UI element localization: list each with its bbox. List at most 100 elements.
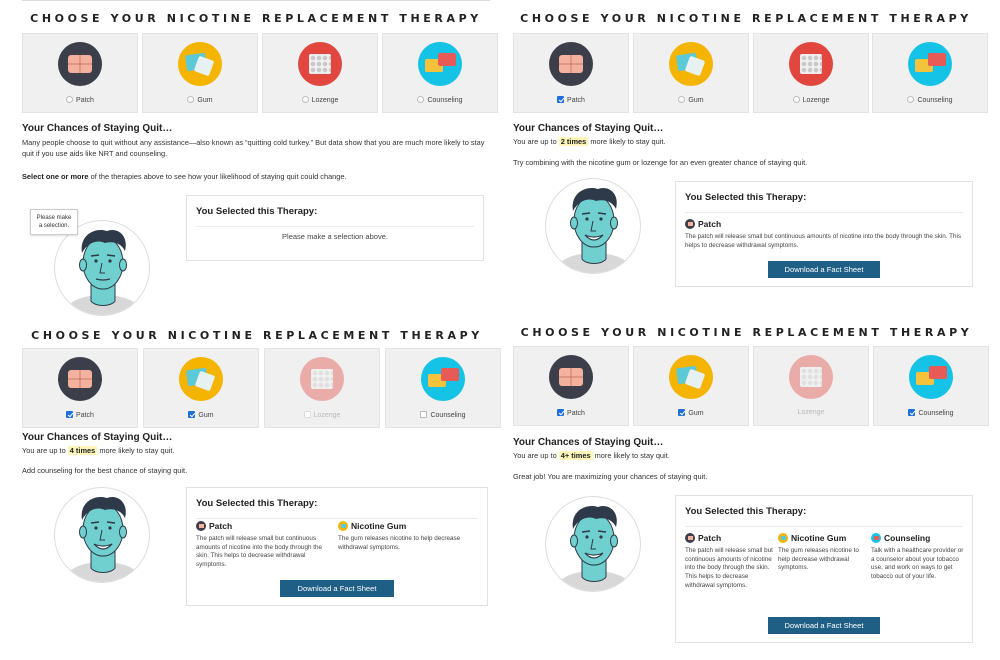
lozenge-icon	[298, 42, 342, 86]
lozenge-checkbox	[303, 411, 311, 418]
tip-text: Add counseling for the best chance of st…	[22, 466, 188, 475]
counseling-icon	[908, 42, 952, 86]
download-fact-sheet-button[interactable]: Download a Fact Sheet	[768, 617, 880, 634]
chances-title: Your Chances of Staying Quit…	[513, 437, 664, 448]
option-label: Lozenge	[311, 97, 339, 104]
option-card-patch[interactable]: Patch	[513, 346, 629, 426]
option-label: Patch	[567, 410, 585, 417]
patch-checkbox[interactable]	[66, 96, 74, 103]
patch-checkbox[interactable]	[557, 96, 565, 103]
option-label: Counseling	[430, 412, 466, 419]
option-label: Gum	[688, 97, 704, 104]
therapy-name: Counseling	[884, 533, 931, 543]
counseling-checkbox[interactable]	[417, 96, 425, 103]
likelihood-text: You are up to 4 times more likely to sta…	[22, 445, 488, 456]
selected-therapy-box: You Selected this Therapy: Patch The pat…	[675, 495, 973, 643]
panel-max-selected: CHOOSE YOUR NICOTINE REPLACEMENT THERAPY…	[513, 326, 989, 646]
download-fact-sheet-button[interactable]: Download a Fact Sheet	[280, 580, 394, 597]
option-label: Gum	[198, 412, 214, 419]
divider	[196, 518, 478, 519]
counseling-checkbox[interactable]	[908, 409, 916, 416]
therapy-description: The patch will release small but continu…	[196, 535, 323, 569]
patch-icon	[549, 355, 593, 399]
selected-therapy-box: You Selected this Therapy: Please make a…	[186, 195, 484, 261]
patch-icon	[685, 533, 695, 543]
therapy-name: Nicotine Gum	[351, 521, 407, 531]
selected-title: You Selected this Therapy:	[196, 498, 318, 509]
option-card-counseling[interactable]: Counseling	[385, 348, 501, 428]
option-label: Gum	[197, 97, 213, 104]
lozenge-icon	[789, 42, 833, 86]
patch-checkbox[interactable]	[66, 411, 74, 418]
likelihood-text: You are up to 4+ times more likely to st…	[513, 450, 973, 461]
divider	[685, 212, 963, 213]
face-illustration	[554, 187, 634, 273]
therapy-description: Talk with a healthcare provider or a cou…	[871, 547, 964, 581]
selected-therapy-box: You Selected this Therapy: Patch The pat…	[186, 487, 488, 606]
patch-icon	[196, 521, 206, 531]
option-card-counseling[interactable]: Counseling	[873, 346, 989, 426]
option-card-patch[interactable]: Patch	[22, 33, 138, 113]
likelihood-suffix: more likely to stay quit.	[594, 451, 670, 460]
times-highlight: 4+ times	[558, 451, 593, 460]
gum-checkbox[interactable]	[678, 409, 686, 416]
chances-title: Your Chances of Staying Quit…	[22, 123, 173, 134]
option-card-gum[interactable]: Gum	[633, 346, 749, 426]
selected-title: You Selected this Therapy:	[196, 206, 318, 217]
face-illustration	[554, 505, 634, 591]
selected-therapy-box: You Selected this Therapy: Patch The pat…	[675, 181, 973, 287]
option-card-lozenge: Lozenge	[753, 346, 869, 426]
option-card-counseling[interactable]: Counseling	[872, 33, 988, 113]
counseling-icon	[418, 42, 462, 86]
gum-icon	[178, 42, 222, 86]
therapy-gum: Nicotine Gum The gum releases nicotine t…	[338, 521, 478, 552]
option-card-lozenge[interactable]: Lozenge	[753, 33, 869, 113]
avatar-smiling	[545, 496, 641, 592]
option-label: Patch	[76, 97, 94, 104]
gum-checkbox[interactable]	[188, 411, 196, 418]
gum-icon	[778, 533, 788, 543]
therapy-description: The gum releases nicotine to help decrea…	[778, 547, 859, 572]
option-card-gum[interactable]: Gum	[633, 33, 749, 113]
option-card-counseling[interactable]: Counseling	[382, 33, 498, 113]
option-card-gum[interactable]: Gum	[142, 33, 258, 113]
option-label: Patch	[567, 97, 585, 104]
instruction-rest: of the therapies above to see how your l…	[88, 172, 347, 181]
selected-title: You Selected this Therapy:	[685, 506, 807, 517]
option-card-lozenge[interactable]: Lozenge	[262, 33, 378, 113]
option-label: Counseling	[427, 97, 463, 104]
therapy-description: The gum releases nicotine to help decrea…	[338, 535, 461, 551]
therapy-name: Patch	[209, 521, 233, 531]
counseling-checkbox[interactable]	[420, 411, 428, 418]
option-card-patch[interactable]: Patch	[22, 348, 138, 428]
option-label: Counseling	[918, 410, 954, 417]
instruction-bold: Select one or more	[22, 172, 89, 181]
gum-checkbox[interactable]	[678, 96, 686, 103]
likelihood-suffix: more likely to stay quit.	[590, 137, 666, 146]
face-illustration	[63, 496, 143, 582]
chances-title: Your Chances of Staying Quit…	[513, 123, 664, 134]
lozenge-checkbox[interactable]	[301, 96, 309, 103]
option-card-patch[interactable]: Patch	[513, 33, 629, 113]
therapy-description: The patch will release small but continu…	[685, 233, 962, 249]
patch-icon	[58, 357, 102, 401]
patch-icon	[549, 42, 593, 86]
gum-checkbox[interactable]	[187, 96, 195, 103]
counseling-checkbox[interactable]	[907, 96, 915, 103]
instruction-text: Select one or more of the therapies abov…	[22, 171, 488, 182]
divider	[685, 526, 963, 527]
option-label: Lozenge	[797, 409, 825, 416]
option-card-lozenge: Lozenge	[264, 348, 380, 428]
lozenge-checkbox[interactable]	[792, 96, 800, 103]
likelihood-suffix: more likely to stay quit.	[99, 446, 175, 455]
therapy-name: Patch	[698, 533, 722, 543]
therapy-options: Patch Gum Lozenge Counseling	[22, 33, 498, 113]
counseling-icon	[909, 355, 953, 399]
therapy-options: Patch Gum Lozenge Counseling	[22, 348, 501, 428]
divider	[196, 226, 474, 227]
option-card-gum[interactable]: Gum	[143, 348, 259, 428]
panel-no-selection: CHOOSE YOUR NICOTINE REPLACEMENT THERAPY…	[22, 0, 498, 316]
tip-text: Great job! You are maximizing your chanc…	[513, 472, 708, 481]
patch-checkbox[interactable]	[557, 409, 565, 416]
download-fact-sheet-button[interactable]: Download a Fact Sheet	[768, 261, 880, 278]
